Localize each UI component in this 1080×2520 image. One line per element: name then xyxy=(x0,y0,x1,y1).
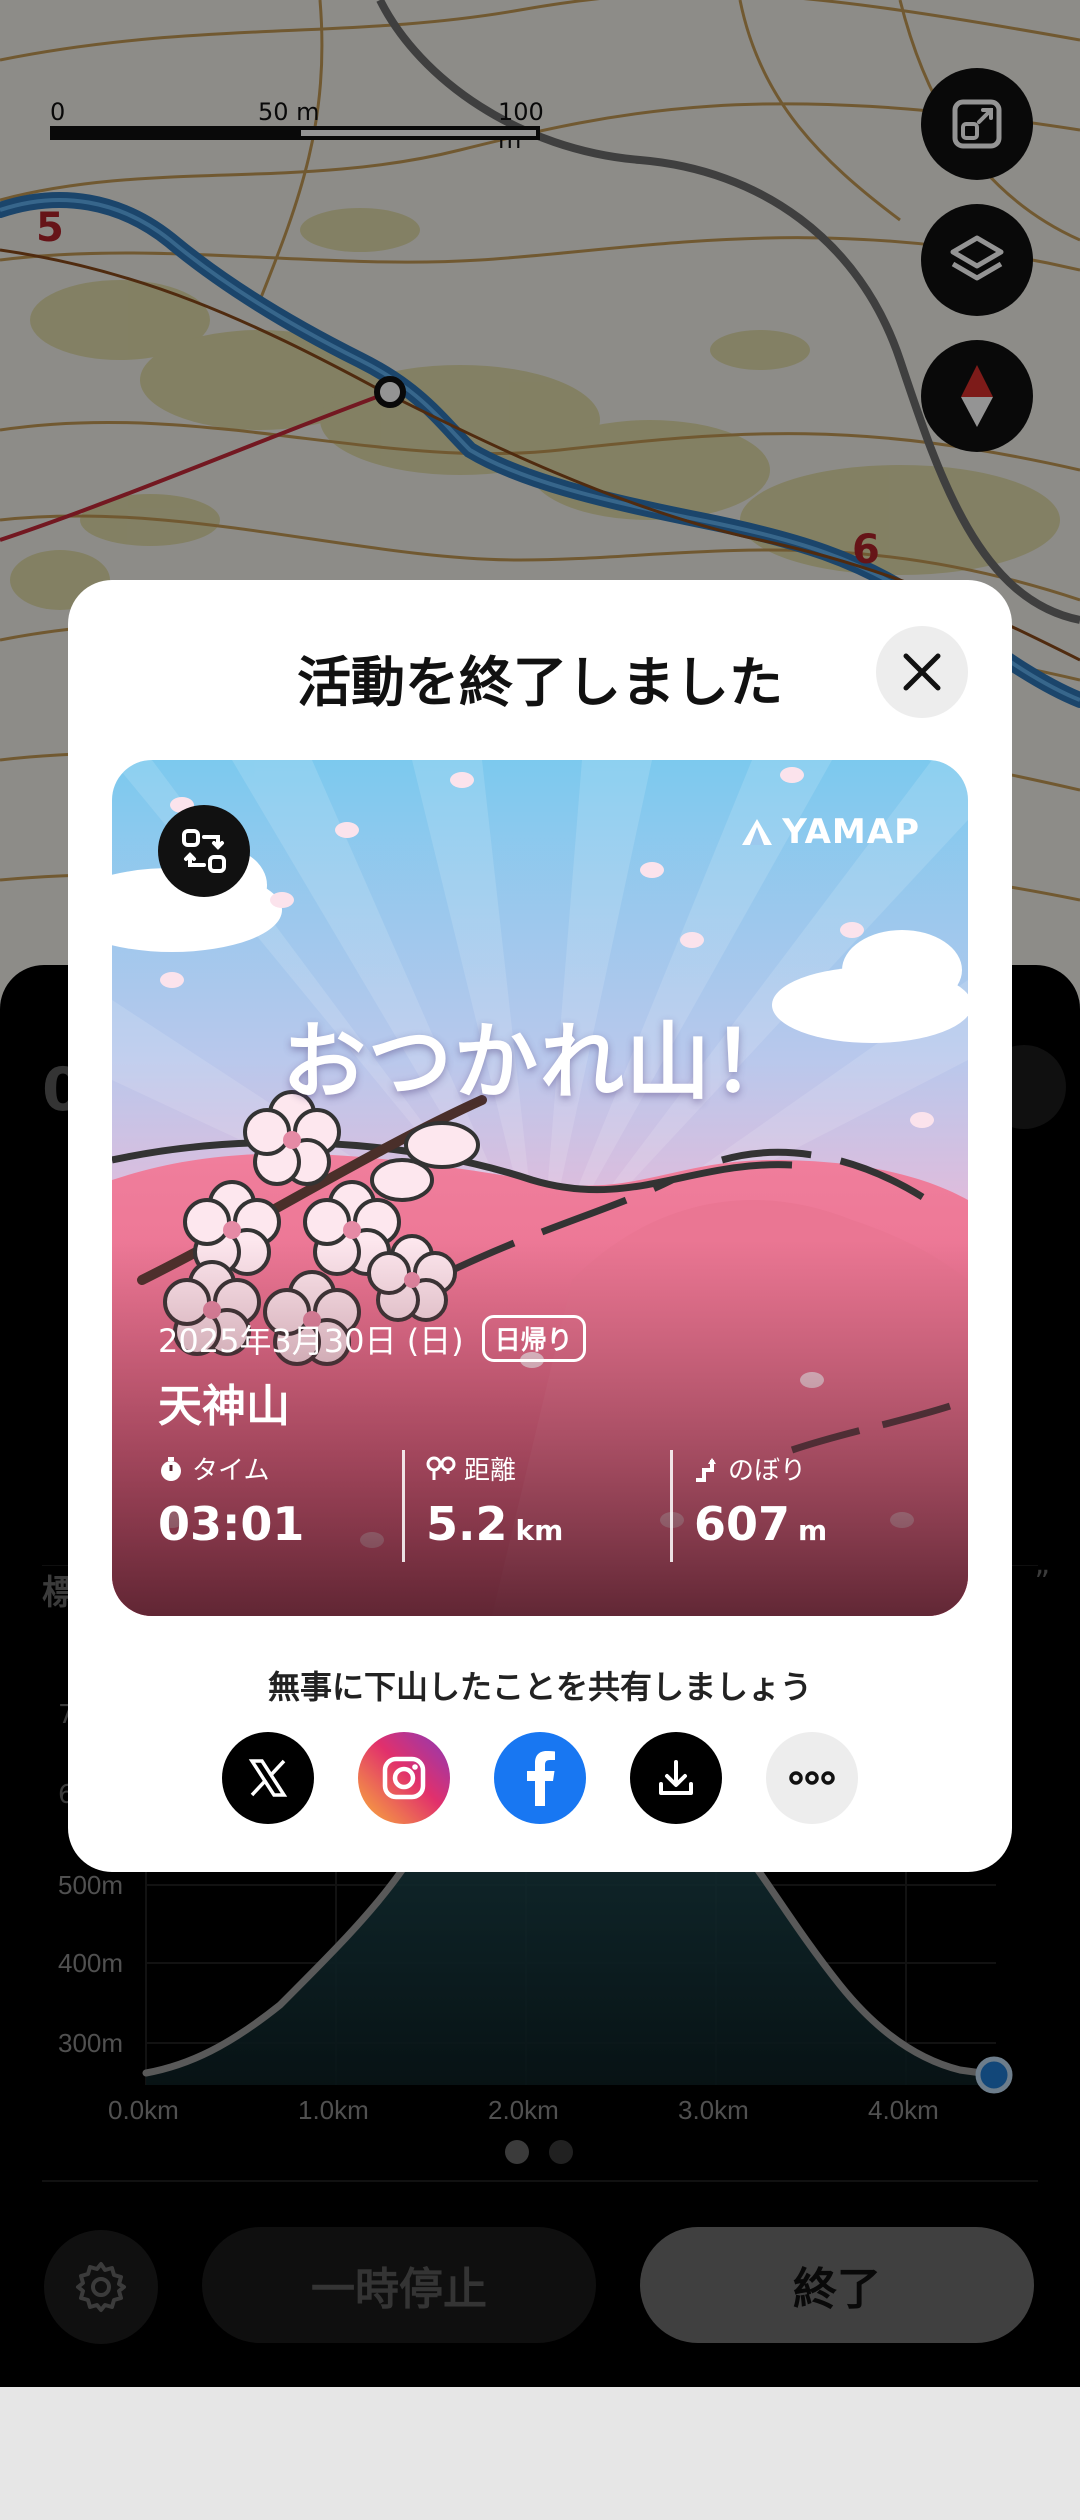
yamap-brand: YAMAP xyxy=(782,812,920,852)
trip-type-badge: 日帰り xyxy=(481,1315,586,1362)
yamap-mountain-icon xyxy=(742,819,773,845)
card-date-row: 2025年3月30日 (日) 日帰り xyxy=(158,1315,586,1362)
stat-time-value: 03:01 xyxy=(158,1497,305,1551)
stat-divider xyxy=(402,1450,405,1562)
more-options-button[interactable] xyxy=(766,1732,858,1824)
ascent-icon xyxy=(696,1457,716,1482)
activity-finished-dialog: 活動を終了しました YAMAP おつかれ山！ 2025年3月30日 (日) 日帰… xyxy=(68,580,1012,1872)
stat-ascent-unit: m xyxy=(798,1514,828,1547)
facebook-icon xyxy=(527,1751,555,1806)
swap-icon xyxy=(182,829,226,873)
stat-time: タイム 03:01 xyxy=(158,1450,304,1562)
share-x-button[interactable] xyxy=(222,1732,314,1824)
stat-time-label: タイム xyxy=(192,1456,270,1486)
download-button[interactable] xyxy=(630,1732,722,1824)
more-icon xyxy=(789,1771,835,1785)
stopwatch-icon xyxy=(161,1456,181,1481)
close-button[interactable] xyxy=(876,626,968,718)
yamap-logo: YAMAP xyxy=(740,812,920,852)
card-date: 2025年3月30日 (日) xyxy=(158,1321,464,1360)
stat-ascent-value: 607 xyxy=(694,1497,791,1551)
stat-ascent: のぼり 607 m xyxy=(694,1450,827,1562)
activity-stats: タイム 03:01 距離 5.2 km のぼり 607 m xyxy=(158,1450,938,1570)
download-icon xyxy=(659,1760,693,1795)
share-facebook-button[interactable] xyxy=(494,1732,586,1824)
stat-distance-label: 距離 xyxy=(464,1456,517,1486)
swap-card-button[interactable] xyxy=(158,805,250,897)
dialog-title: 活動を終了しました xyxy=(297,651,783,714)
close-icon xyxy=(903,653,941,691)
distance-pin-icon xyxy=(426,1456,456,1480)
mountain-name: 天神山 xyxy=(158,1381,290,1432)
card-headline: おつかれ山！ xyxy=(281,1013,798,1111)
stat-distance-unit: km xyxy=(515,1514,564,1547)
stat-divider xyxy=(670,1450,673,1562)
share-buttons xyxy=(222,1732,858,1824)
x-icon xyxy=(248,1759,288,1797)
stat-ascent-label: のぼり xyxy=(728,1456,807,1486)
stat-distance: 距離 5.2 km xyxy=(426,1450,563,1562)
stat-distance-value: 5.2 xyxy=(426,1497,508,1551)
instagram-icon xyxy=(382,1756,426,1800)
share-instagram-button[interactable] xyxy=(358,1732,450,1824)
share-card: YAMAP おつかれ山！ 2025年3月30日 (日) 日帰り 天神山 タイム … xyxy=(112,760,968,1616)
share-prompt: 無事に下山したことを共有しましょう xyxy=(267,1668,812,1706)
